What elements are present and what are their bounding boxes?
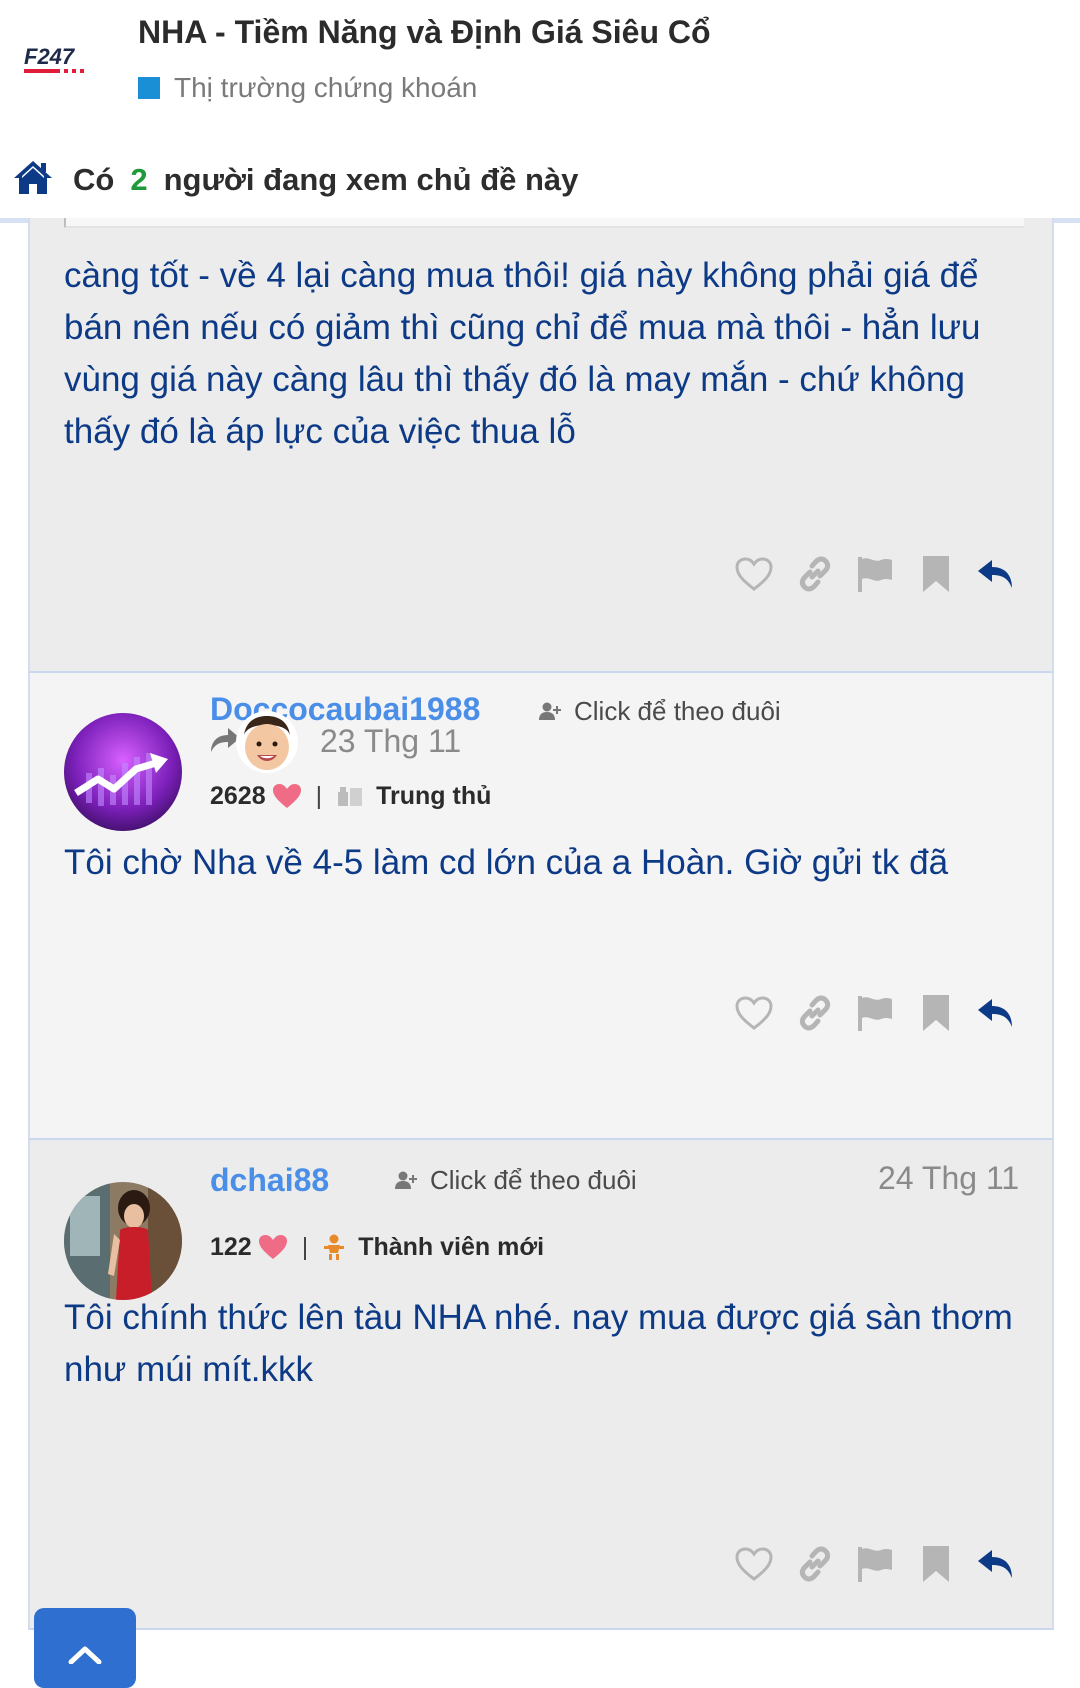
username[interactable]: dchai88 bbox=[210, 1160, 329, 1200]
follow-button[interactable]: Click để theo đuôi bbox=[394, 1162, 637, 1198]
link-icon[interactable] bbox=[793, 991, 837, 1035]
topic-header: F247 NHA - Tiềm Năng và Định Giá Siêu Cổ… bbox=[0, 0, 1080, 118]
viewers-suffix: người đang xem chủ đề này bbox=[163, 162, 579, 197]
post-1: càng tốt - về 4 lại càng mua thôi! giá n… bbox=[28, 218, 1054, 673]
post-body: Tôi chờ Nha về 4-5 làm cd lớn của a Hoàn… bbox=[64, 843, 949, 882]
heart-icon bbox=[272, 784, 301, 808]
viewers-text: Có 2 người đang xem chủ đề này bbox=[73, 162, 578, 198]
post-actions bbox=[732, 1542, 1018, 1586]
bookmark-icon[interactable] bbox=[914, 1542, 958, 1586]
follow-label: Click để theo đuôi bbox=[430, 1164, 637, 1195]
rank-label: Thành viên mới bbox=[358, 1232, 545, 1261]
add-user-icon bbox=[395, 1171, 417, 1189]
follow-label: Click để theo đuôi bbox=[574, 695, 781, 726]
post-actions bbox=[732, 552, 1018, 596]
home-icon[interactable] bbox=[12, 158, 54, 196]
likes-count: 2628 bbox=[210, 781, 266, 810]
flag-icon[interactable] bbox=[853, 552, 897, 596]
reply-to-avatar[interactable] bbox=[236, 711, 298, 773]
svg-text:F247: F247 bbox=[24, 44, 76, 69]
reply-icon[interactable] bbox=[974, 1542, 1018, 1586]
link-icon[interactable] bbox=[793, 552, 837, 596]
post-date[interactable]: 23 Thg 11 bbox=[320, 723, 461, 760]
like-icon[interactable] bbox=[732, 991, 776, 1035]
post-actions bbox=[732, 991, 1018, 1035]
link-icon[interactable] bbox=[793, 1542, 837, 1586]
separator: | bbox=[301, 1232, 309, 1261]
post-2: Doccocaubai1988 Click để theo đuôi 23 Th… bbox=[28, 673, 1054, 1140]
avatar[interactable] bbox=[64, 1182, 182, 1300]
flag-icon[interactable] bbox=[853, 1542, 897, 1586]
quote-block-edge bbox=[64, 218, 1024, 228]
follow-button[interactable]: Click để theo đuôi bbox=[538, 693, 781, 729]
like-icon[interactable] bbox=[732, 1542, 776, 1586]
category-name[interactable]: Thị trường chứng khoán bbox=[174, 72, 477, 104]
flag-icon[interactable] bbox=[853, 991, 897, 1035]
like-icon[interactable] bbox=[732, 552, 776, 596]
post-body: Tôi chính thức lên tàu NHA nhé. nay mua … bbox=[64, 1298, 1013, 1389]
viewers-bar: Có 2 người đang xem chủ đề này bbox=[0, 148, 1080, 223]
thread-title[interactable]: NHA - Tiềm Năng và Định Giá Siêu Cổ bbox=[138, 14, 711, 51]
add-user-icon bbox=[539, 702, 561, 720]
separator: | bbox=[315, 781, 323, 810]
f247-logo[interactable]: F247 bbox=[24, 44, 108, 78]
viewers-prefix: Có bbox=[73, 162, 115, 197]
avatar[interactable] bbox=[64, 713, 182, 831]
bookmark-icon[interactable] bbox=[914, 552, 958, 596]
post-date[interactable]: 24 Thg 11 bbox=[878, 1160, 1019, 1197]
scroll-to-top-button[interactable] bbox=[34, 1608, 136, 1688]
reply-icon[interactable] bbox=[974, 552, 1018, 596]
bookmark-icon[interactable] bbox=[914, 991, 958, 1035]
likes-count: 122 bbox=[210, 1232, 252, 1261]
viewers-count: 2 bbox=[130, 162, 148, 197]
post-3: dchai88 Click để theo đuôi 24 Thg 11 122… bbox=[28, 1140, 1054, 1630]
user-stats: 2628 | Trung thủ bbox=[210, 779, 491, 813]
chevron-up-icon bbox=[68, 1646, 102, 1664]
forum-category[interactable]: Thị trường chứng khoán bbox=[138, 70, 477, 106]
reply-icon[interactable] bbox=[974, 991, 1018, 1035]
user-stats: 122 | Thành viên mới bbox=[210, 1230, 544, 1264]
rank-icon bbox=[338, 787, 363, 806]
new-member-icon bbox=[324, 1234, 345, 1260]
category-color-badge bbox=[138, 77, 160, 99]
heart-icon bbox=[258, 1235, 287, 1259]
rank-label: Trung thủ bbox=[376, 781, 492, 810]
post-body: càng tốt - về 4 lại càng mua thôi! giá n… bbox=[64, 256, 981, 451]
